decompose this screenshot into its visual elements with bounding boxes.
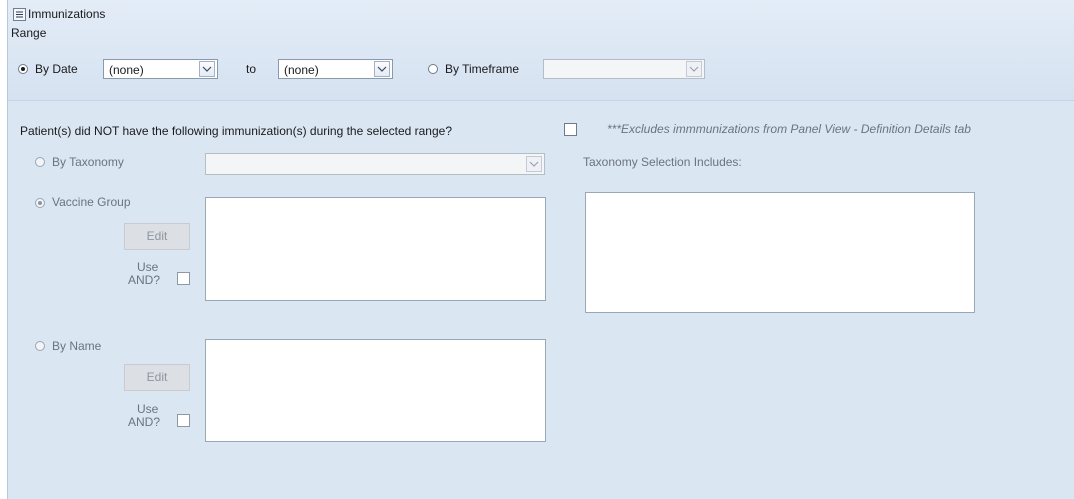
by-date-radio[interactable] [18,64,28,74]
timeframe-select[interactable] [543,59,705,79]
vaccine-group-label: Vaccine Group [52,195,131,209]
vaccine-group-radio[interactable] [35,198,45,208]
taxonomy-select[interactable] [205,153,545,175]
by-name-use-and-checkbox[interactable] [177,414,190,427]
chevron-down-icon [686,61,702,77]
excludes-note: ***Excludes immmunizations from Panel Vi… [607,122,971,136]
not-have-question-label: Patient(s) did NOT have the following im… [20,124,452,138]
range-label: Range [11,26,47,40]
by-timeframe-label: By Timeframe [445,62,520,76]
by-date-label: By Date [35,62,78,76]
taxonomy-includes-label: Taxonomy Selection Includes: [583,155,742,169]
to-date-value: (none) [284,63,319,77]
chevron-down-icon [374,61,390,77]
vaccine-group-use-label: Use [137,260,159,274]
to-label: to [246,62,257,76]
from-date-value: (none) [109,63,144,77]
vaccine-group-edit-button[interactable]: Edit [124,223,190,250]
by-name-and-label: AND? [128,415,161,429]
from-date-select[interactable]: (none) [103,59,218,79]
by-name-label: By Name [52,339,102,353]
section-title: Immunizations [28,7,106,21]
by-name-list[interactable] [205,339,546,442]
collapse-toggle-button[interactable] [13,8,26,21]
chevron-down-icon [526,156,542,172]
taxonomy-includes-list[interactable] [585,192,975,313]
vaccine-group-list[interactable] [205,197,546,301]
by-name-edit-button[interactable]: Edit [124,364,190,391]
by-name-radio[interactable] [35,341,45,351]
vaccine-group-and-label: AND? [128,273,161,287]
by-taxonomy-label: By Taxonomy [52,155,124,169]
by-name-use-label: Use [137,402,159,416]
to-date-select[interactable]: (none) [278,59,393,79]
not-have-checkbox[interactable] [564,123,577,136]
range-section: Immunizations Range By Date (none) to (n… [8,0,1074,101]
vaccine-group-use-and-checkbox[interactable] [177,272,190,285]
by-timeframe-radio[interactable] [428,64,438,74]
chevron-down-icon [199,61,215,77]
by-taxonomy-radio[interactable] [35,157,45,167]
immunizations-panel: Immunizations Range By Date (none) to (n… [7,0,1074,499]
collapse-minus-icon [16,11,23,18]
